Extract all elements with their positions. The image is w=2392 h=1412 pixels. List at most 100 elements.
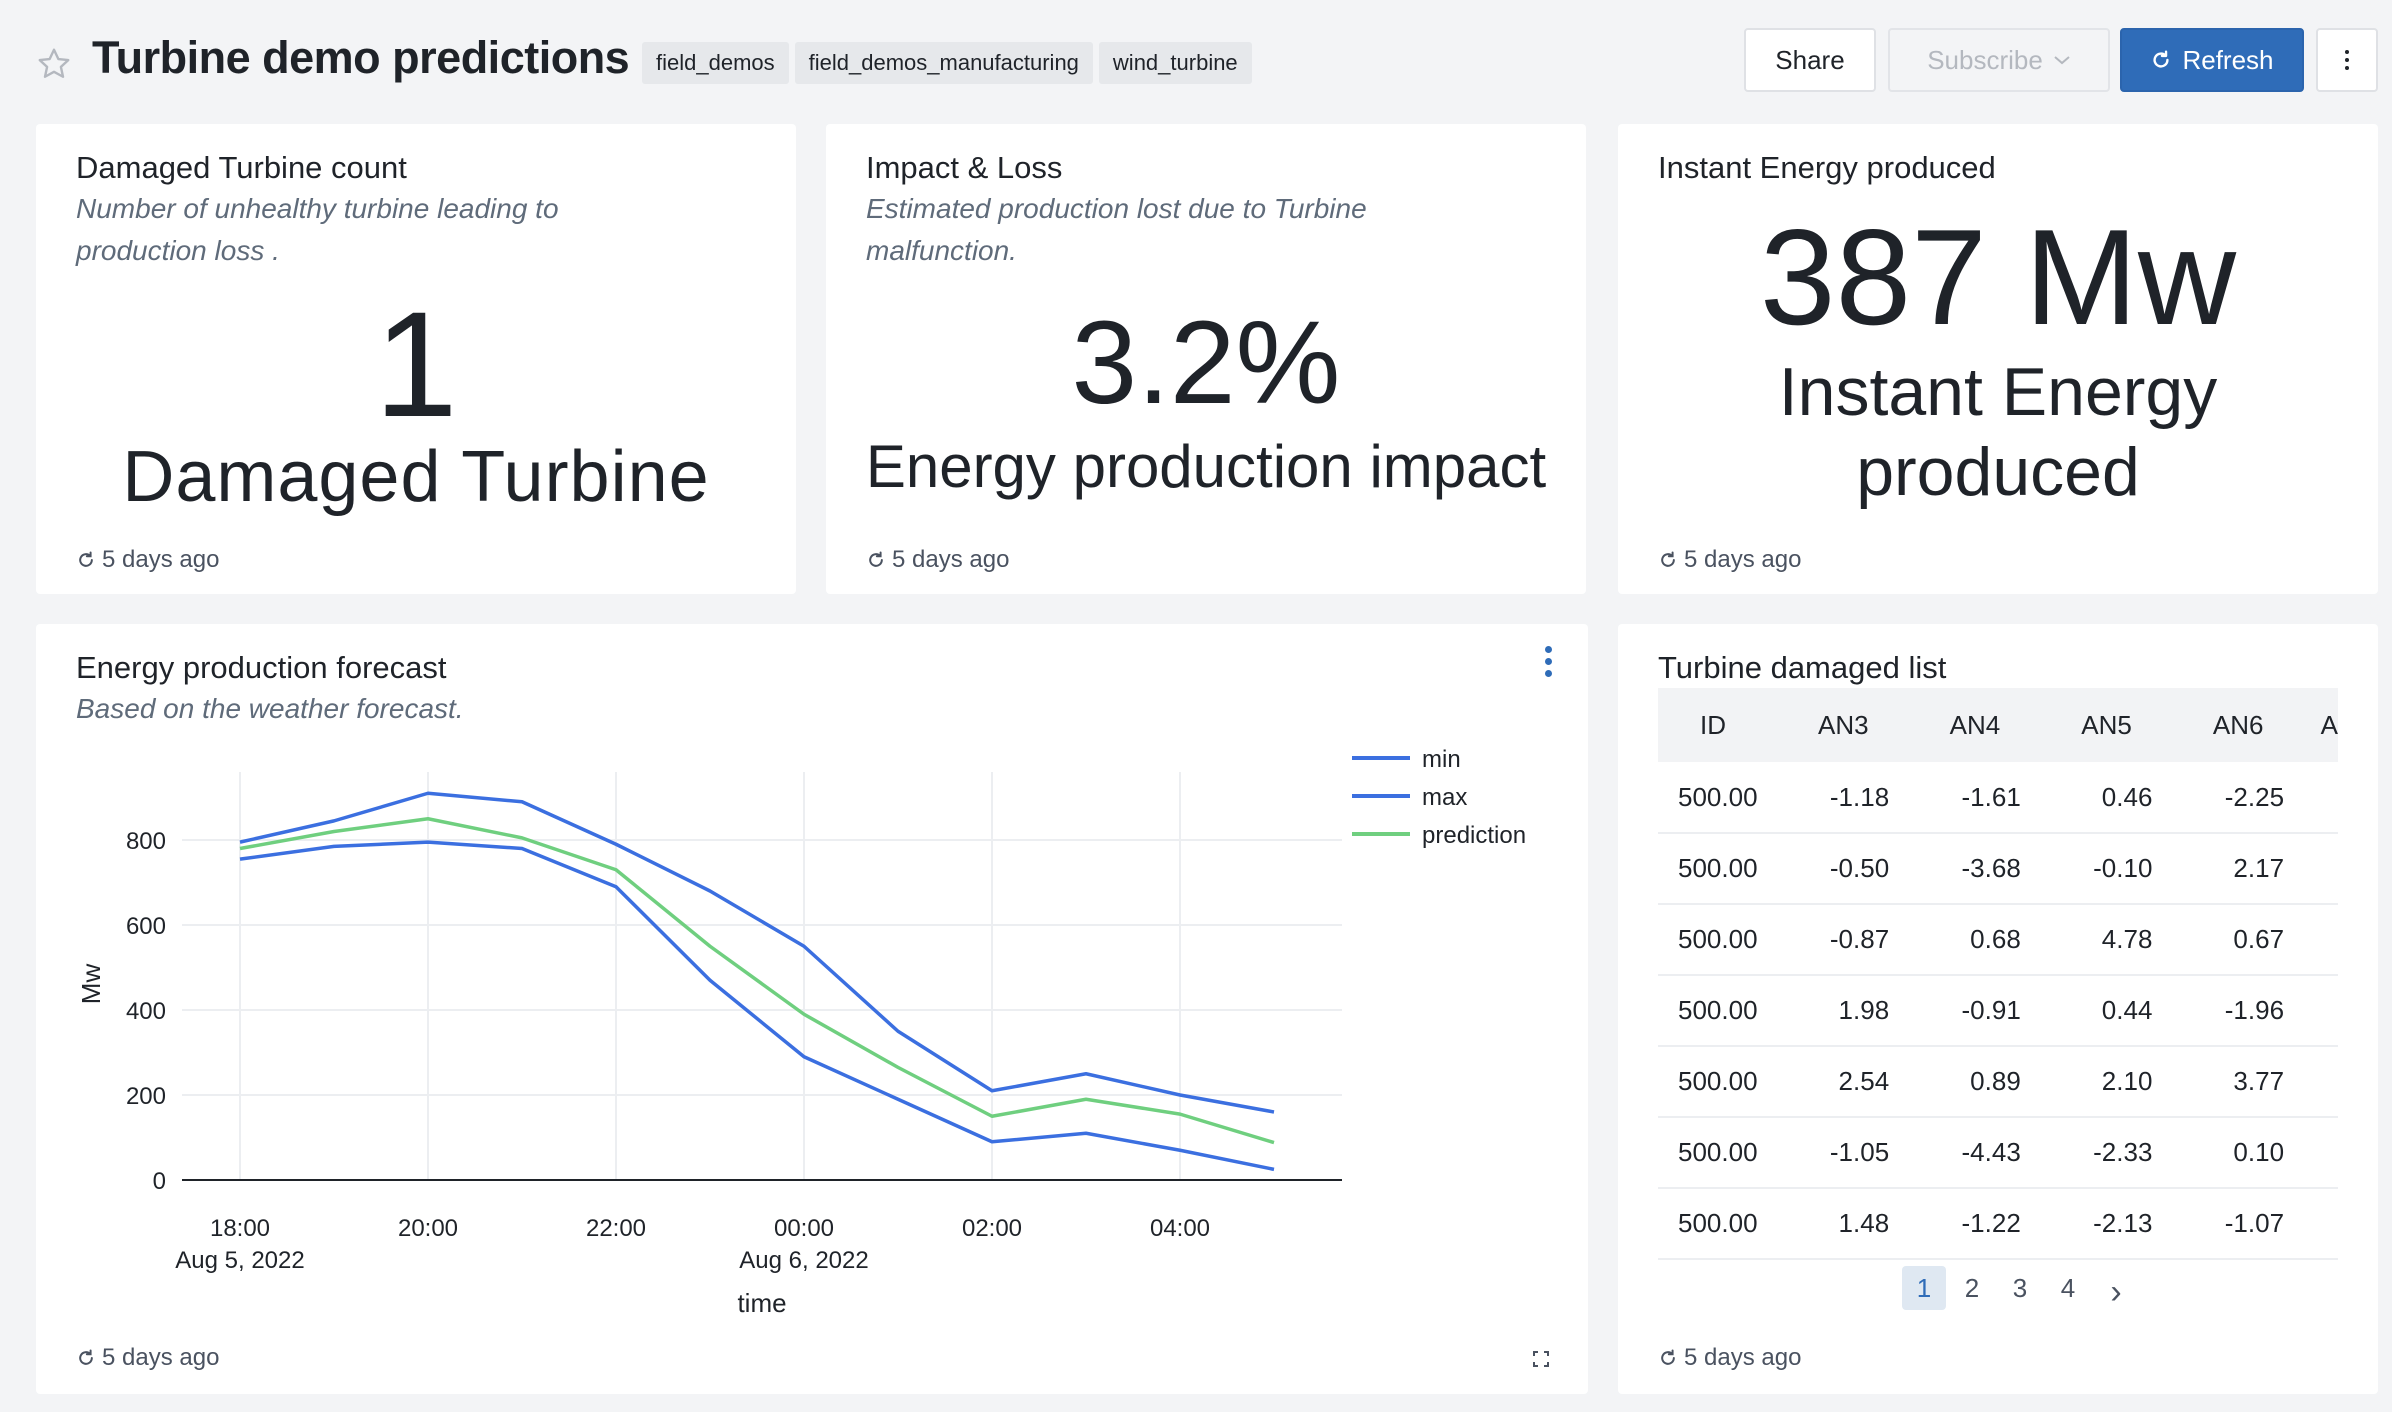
table-cell: -1.96: [2172, 975, 2305, 1047]
last-updated: 5 days ago: [76, 1344, 219, 1372]
subscribe-button-label: Subscribe: [1927, 44, 2043, 75]
table-cell-overflow: [2304, 762, 2338, 834]
table-cell: 500.00: [1658, 762, 1778, 834]
share-button[interactable]: Share: [1744, 28, 1876, 92]
tag-wind-turbine[interactable]: wind_turbine: [1098, 42, 1252, 84]
table-cell: 1.98: [1777, 975, 1910, 1047]
y-tick-label: 0: [153, 1168, 166, 1195]
column-header-an4[interactable]: AN4: [1909, 688, 2041, 762]
table-row[interactable]: 500.00 -1.18 -1.61 0.46 -2.25: [1658, 762, 2338, 834]
x-tick-label: 04:00: [1150, 1215, 1210, 1242]
more-options-button[interactable]: [2316, 28, 2378, 92]
dashboard-header: Turbine demo predictions field_demos fie…: [0, 0, 2392, 120]
widget-title: Turbine damaged list: [1658, 650, 1947, 685]
refresh-icon: [869, 551, 883, 567]
table-cell: 2.10: [2040, 1046, 2173, 1118]
table-cell: 4.78: [2040, 904, 2173, 976]
widget-title: Instant Energy produced: [1658, 150, 1996, 185]
last-updated: 5 days ago: [866, 546, 1009, 574]
table-row[interactable]: 500.00 -0.87 0.68 4.78 0.67: [1658, 904, 2338, 976]
table-row[interactable]: 500.00 2.54 0.89 2.10 3.77: [1658, 1046, 2338, 1118]
page-3-button[interactable]: 3: [1998, 1266, 2042, 1310]
turbine-damaged-list-widget: Turbine damaged list ID AN3 AN4 AN5 AN6 …: [1618, 624, 2378, 1394]
column-header-an3[interactable]: AN3: [1778, 688, 1910, 762]
refresh-icon: [1661, 551, 1675, 567]
refresh-icon: [79, 1349, 93, 1365]
table-body: 500.00 -1.18 -1.61 0.46 -2.25 500.00 -0.50 -3.6…: [1658, 762, 2338, 1260]
kebab-icon: [2345, 50, 2349, 70]
last-updated-text: 5 days ago: [102, 546, 220, 573]
table-cell-overflow: [2304, 904, 2338, 976]
table-cell: -2.33: [2040, 1117, 2173, 1189]
table-cell: -0.91: [1909, 975, 2041, 1047]
legend-label-max: max: [1422, 784, 1467, 811]
impact-loss-widget: Impact & Loss Estimated production lost …: [826, 124, 1586, 594]
damaged-turbine-table: ID AN3 AN4 AN5 AN6 A 500.00 -1.18 -1.61 0.4…: [1658, 688, 2338, 1260]
last-updated-text: 5 days ago: [1684, 546, 1802, 573]
table-cell: -2.25: [2172, 762, 2305, 834]
table-row[interactable]: 500.00 -1.05 -4.43 -2.33 0.10: [1658, 1117, 2338, 1189]
next-page-button[interactable]: ›: [2094, 1266, 2138, 1311]
table-scroll-area[interactable]: ID AN3 AN4 AN5 AN6 A 500.00 -1.18 -1.61 0.4…: [1658, 688, 2338, 1260]
tag-field-demos-manufacturing[interactable]: field_demos_manufacturing: [794, 42, 1093, 84]
table-cell: -1.05: [1777, 1117, 1910, 1189]
legend-label-prediction: prediction: [1422, 822, 1526, 849]
table-cell: -1.07: [2172, 1188, 2305, 1260]
tag-field-demos[interactable]: field_demos: [642, 42, 789, 84]
table-cell: 2.54: [1777, 1046, 1910, 1118]
subscribe-button[interactable]: Subscribe: [1888, 28, 2110, 92]
table-cell: -0.50: [1777, 833, 1910, 905]
last-updated-text: 5 days ago: [1684, 1344, 1802, 1371]
expand-icon[interactable]: [1532, 1350, 1550, 1368]
column-header-truncated[interactable]: A: [2304, 688, 2338, 762]
table-cell: 0.46: [2040, 762, 2173, 834]
refresh-button-label: Refresh: [2182, 44, 2274, 75]
table-cell: -1.61: [1909, 762, 2041, 834]
counter-label: Damaged Turbine: [122, 437, 710, 517]
series-line-max: [239, 791, 1275, 1114]
refresh-icon: [2153, 50, 2170, 68]
table-cell: -0.10: [2040, 833, 2173, 905]
column-header-an5[interactable]: AN5: [2041, 688, 2173, 762]
table-cell: 0.44: [2040, 975, 2173, 1047]
table-cell: 3.77: [2172, 1046, 2305, 1118]
last-updated: 5 days ago: [1658, 1344, 1801, 1372]
table-cell: 2.17: [2172, 833, 2305, 905]
star-icon[interactable]: [36, 46, 72, 82]
x-tick-label: 22:00: [586, 1215, 646, 1242]
counter-value: 1: [374, 280, 458, 448]
table-cell-overflow: [2304, 1117, 2338, 1189]
page-4-button[interactable]: 4: [2046, 1266, 2090, 1310]
last-updated-text: 5 days ago: [892, 546, 1010, 573]
table-cell: 1.48: [1777, 1188, 1910, 1260]
table-cell: -1.18: [1777, 762, 1910, 834]
table-cell: -2.13: [2040, 1188, 2173, 1260]
widget-description: Number of unhealthy turbine leading to p…: [76, 193, 559, 266]
refresh-button[interactable]: Refresh: [2120, 28, 2304, 92]
table-cell: 500.00: [1658, 1117, 1778, 1189]
table-cell: 0.10: [2172, 1117, 2305, 1189]
column-header-id[interactable]: ID: [1658, 688, 1778, 762]
counter-label-line-1: Instant Energy: [1778, 354, 2218, 430]
column-header-an6[interactable]: AN6: [2172, 688, 2304, 762]
last-updated-text: 5 days ago: [102, 1344, 220, 1371]
table-row[interactable]: 500.00 -0.50 -3.68 -0.10 2.17: [1658, 833, 2338, 905]
x-tick-date-label: Aug 6, 2022: [739, 1247, 868, 1274]
table-cell: 500.00: [1658, 1188, 1778, 1260]
page-1-button[interactable]: 1: [1902, 1266, 1946, 1310]
y-tick-label: 200: [126, 1083, 166, 1110]
x-axis-title: time: [737, 1288, 786, 1318]
page-2-button[interactable]: 2: [1950, 1266, 1994, 1310]
legend-label-min: min: [1422, 746, 1461, 773]
table-cell: 500.00: [1658, 833, 1778, 905]
table-row[interactable]: 500.00 1.98 -0.91 0.44 -1.96: [1658, 975, 2338, 1047]
counter-value: 3.2%: [1071, 297, 1341, 429]
last-updated: 5 days ago: [1658, 546, 1801, 574]
counter-value: 387 Mw: [1759, 201, 2237, 353]
y-tick-label: 800: [126, 828, 166, 855]
table-cell: 0.89: [1909, 1046, 2041, 1118]
table-row[interactable]: 500.00 1.48 -1.22 -2.13 -1.07: [1658, 1188, 2338, 1260]
widget-title: Impact & Loss: [866, 150, 1063, 185]
table-cell: 0.67: [2172, 904, 2305, 976]
table-cell-overflow: [2304, 1046, 2338, 1118]
